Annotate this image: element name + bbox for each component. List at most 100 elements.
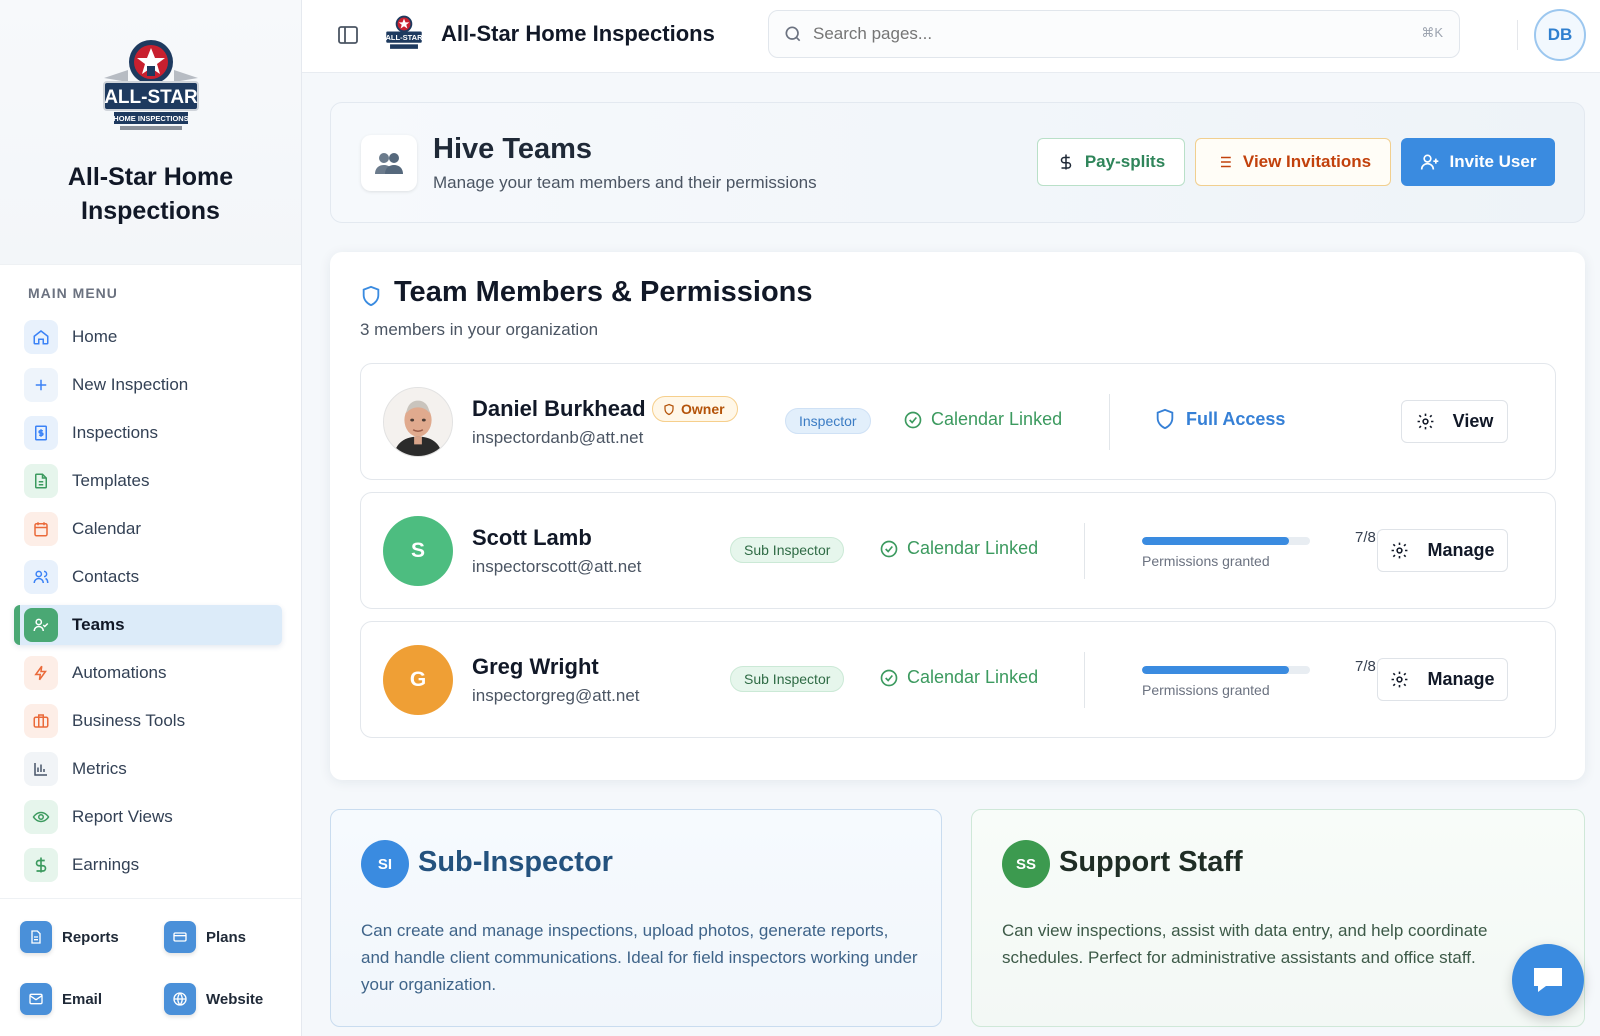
- manage-member-button[interactable]: Manage: [1377, 658, 1508, 701]
- top-header: ALL-STAR All-Star Home Inspections ⌘K DB: [302, 0, 1600, 73]
- dollar-icon: [24, 848, 58, 882]
- search-input[interactable]: [813, 24, 1373, 44]
- list-icon: [1217, 156, 1231, 168]
- view-member-label: View: [1452, 411, 1494, 431]
- view-member-button[interactable]: View: [1401, 400, 1508, 443]
- globe-icon: [164, 983, 196, 1015]
- permissions-label: Permissions granted: [1142, 553, 1270, 569]
- quick-link-reports[interactable]: Reports: [20, 921, 119, 953]
- home-icon: [24, 320, 58, 354]
- permissions-fraction: 7/8: [1355, 658, 1376, 675]
- sidebar-item-label: Calendar: [72, 519, 141, 538]
- role-abbr-badge: SI: [361, 840, 409, 888]
- page-subtitle: Manage your team members and their permi…: [433, 173, 817, 192]
- role-title: Support Staff: [1059, 846, 1243, 878]
- dollar-doc-icon: [24, 416, 58, 450]
- sidebar-item-label: Business Tools: [72, 711, 186, 730]
- full-access-status: Full Access: [1154, 407, 1285, 431]
- calendar-icon: [24, 512, 58, 546]
- role-title: Sub-Inspector: [418, 846, 613, 878]
- permissions-fraction: 7/8: [1355, 529, 1376, 546]
- search-box[interactable]: ⌘K: [768, 10, 1460, 58]
- sidebar-item-label: Contacts: [72, 567, 140, 586]
- full-access-label: Full Access: [1186, 408, 1286, 429]
- header-logo: ALL-STAR: [385, 15, 423, 49]
- pay-splits-button[interactable]: Pay-splits: [1037, 138, 1185, 186]
- header-title: All-Star Home Inspections: [441, 21, 715, 46]
- sidebar-item-contacts[interactable]: Contacts: [14, 557, 282, 597]
- sidebar-item-label: Inspections: [72, 423, 158, 442]
- user-plus-icon: [1420, 154, 1438, 170]
- permissions-progress-bar: [1142, 537, 1310, 545]
- sidebar-item-label: Templates: [72, 471, 150, 490]
- invite-user-label: Invite User: [1449, 152, 1537, 171]
- check-circle-icon: [880, 540, 898, 557]
- member-name: Greg Wright: [472, 654, 599, 679]
- sidebar-item-business-tools[interactable]: Business Tools: [14, 701, 282, 741]
- user-avatar[interactable]: DB: [1534, 9, 1586, 61]
- sidebar-item-automations[interactable]: Automations: [14, 653, 282, 693]
- sidebar-item-new-inspection[interactable]: New Inspection: [14, 365, 282, 405]
- mail-icon: [20, 983, 52, 1015]
- member-name: Daniel Burkhead: [472, 396, 646, 421]
- quick-link-website[interactable]: Website: [164, 983, 263, 1015]
- sidebar-item-teams[interactable]: Teams: [14, 605, 282, 645]
- role-badge: Sub Inspector: [730, 537, 845, 563]
- lightning-icon: [24, 656, 58, 690]
- check-circle-icon: [880, 669, 898, 686]
- invite-user-button[interactable]: Invite User: [1401, 138, 1555, 186]
- sidebar-item-label: Report Views: [72, 807, 173, 826]
- sidebar-item-home[interactable]: Home: [14, 317, 282, 357]
- sidebar-item-inspections[interactable]: Inspections: [14, 413, 282, 453]
- avatar-photo: [384, 388, 452, 456]
- gear-icon: [1392, 671, 1408, 688]
- manage-member-button[interactable]: Manage: [1377, 529, 1508, 572]
- calendar-status-label: Calendar Linked: [907, 667, 1039, 687]
- quick-link-label: Website: [206, 990, 264, 1008]
- sidebar-toggle-icon[interactable]: [338, 26, 358, 44]
- calendar-status: Calendar Linked: [879, 667, 1038, 688]
- chat-button[interactable]: [1512, 944, 1584, 1016]
- document-icon: [24, 464, 58, 498]
- svg-text:ALL-STAR: ALL-STAR: [385, 33, 423, 42]
- report-icon: [20, 921, 52, 953]
- sidebar-item-label: Metrics: [72, 759, 127, 778]
- chat-icon: [1534, 968, 1562, 992]
- page-header-card: Hive Teams Manage your team members and …: [330, 102, 1585, 223]
- sidebar-item-metrics[interactable]: Metrics: [14, 749, 282, 789]
- member-name: Scott Lamb: [472, 525, 592, 550]
- menu-heading: MAIN MENU: [28, 285, 118, 301]
- quick-links: Reports Plans Email Website: [0, 898, 301, 1036]
- sidebar-item-report-views[interactable]: Report Views: [14, 797, 282, 837]
- member-row: Daniel Burkhead inspectordanb@att.net Ow…: [360, 363, 1556, 480]
- sidebar-item-label: Teams: [72, 615, 125, 634]
- avatar: G: [383, 645, 453, 715]
- team-section-subtitle: 3 members in your organization: [360, 320, 599, 339]
- all-star-logo: ALL-STAR HOME INSPECTIONS: [102, 40, 199, 130]
- role-badge: Sub Inspector: [730, 666, 845, 692]
- shield-icon: [362, 285, 380, 307]
- search-icon: [785, 26, 801, 42]
- permissions-progress-fill: [1142, 537, 1289, 545]
- brand-name: All-Star Home Inspections: [67, 163, 234, 225]
- sidebar-item-earnings[interactable]: Earnings: [14, 845, 282, 885]
- avatar: [383, 387, 453, 457]
- brand-panel: ALL-STAR HOME INSPECTIONS All-Star Home …: [0, 0, 301, 265]
- quick-link-email[interactable]: Email: [20, 983, 102, 1015]
- sidebar-item-calendar[interactable]: Calendar: [14, 509, 282, 549]
- gear-icon: [1392, 542, 1408, 559]
- quick-link-plans[interactable]: Plans: [164, 921, 246, 953]
- sidebar-item-label: Automations: [72, 663, 167, 682]
- svg-text:ALL-STAR: ALL-STAR: [104, 87, 198, 108]
- avatar: S: [383, 516, 453, 586]
- card-icon: [164, 921, 196, 953]
- view-invitations-button[interactable]: View Invitations: [1195, 138, 1391, 186]
- sidebar-item-templates[interactable]: Templates: [14, 461, 282, 501]
- role-description: Can view inspections, assist with data e…: [1002, 921, 1488, 967]
- svg-text:HOME INSPECTIONS: HOME INSPECTIONS: [113, 114, 188, 123]
- sidebar-item-label: New Inspection: [72, 375, 189, 394]
- sidebar-item-label: Earnings: [72, 855, 140, 874]
- bar-chart-icon: [24, 752, 58, 786]
- dollar-icon: [1060, 154, 1072, 170]
- role-badge: Inspector: [785, 408, 871, 434]
